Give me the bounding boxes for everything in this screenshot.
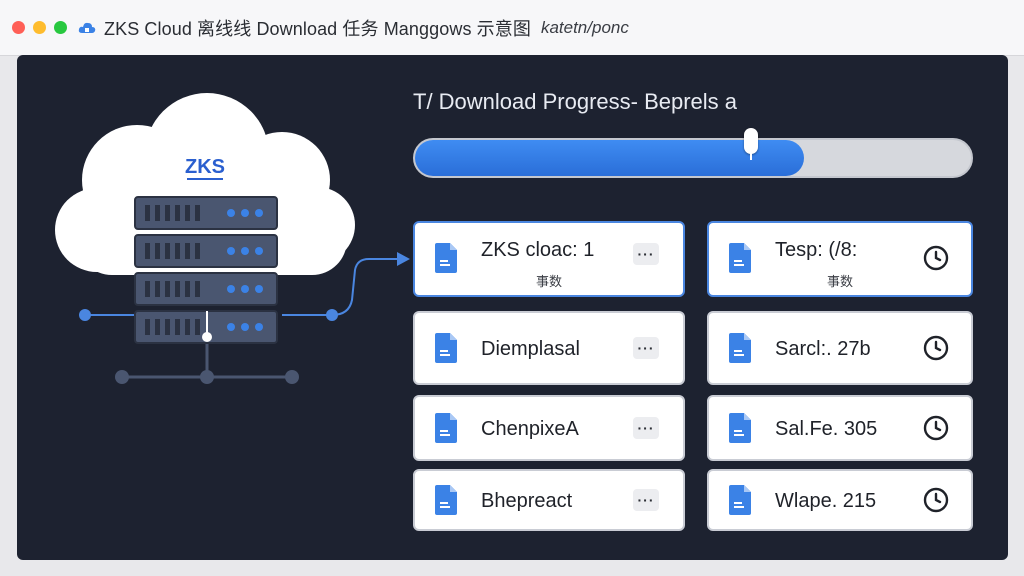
cloud-label: ZKS — [185, 156, 225, 178]
task-name: Sarcl:. 27b — [775, 338, 871, 360]
file-icon — [729, 243, 751, 273]
task-card[interactable]: ZKS cloac: 1 事数 ··· — [413, 221, 685, 297]
title-bar: ZKS Cloud 离线线 Download 任务 Manggows 示意图 k… — [0, 0, 1024, 56]
file-icon — [729, 485, 751, 515]
progress-handle[interactable] — [744, 128, 759, 160]
main-panel: ZKS T/ Download Progress- Beprels a ZKS … — [17, 55, 1008, 560]
download-progress-bar[interactable] — [413, 128, 973, 178]
window-path: katetn/ponc — [540, 17, 629, 37]
task-card[interactable]: Bhepreact ··· — [413, 469, 685, 531]
clock-icon — [923, 487, 949, 513]
task-name: ZKS cloac: 1 — [481, 239, 595, 261]
task-sub: 事数 — [826, 274, 853, 289]
app-window: ZKS Cloud 离线线 Download 任务 Manggows 示意图 k… — [0, 0, 1024, 576]
cloud-app-icon — [78, 22, 96, 33]
more-options-button[interactable]: ··· — [633, 417, 659, 439]
task-card[interactable]: Sarcl:. 27b — [707, 311, 973, 385]
window-title: ZKS Cloud 离线线 Download 任务 Manggows 示意图 — [104, 18, 531, 39]
more-options-button[interactable]: ··· — [633, 489, 659, 511]
task-sub: 事数 — [535, 274, 562, 289]
task-name: Wlape. 215 — [775, 490, 877, 512]
task-name: Diemplasal — [481, 338, 580, 360]
file-icon — [435, 485, 457, 515]
file-icon — [729, 413, 751, 443]
more-options-button[interactable]: ··· — [633, 243, 659, 265]
window-controls — [12, 21, 67, 34]
task-card[interactable]: Diemplasal ··· — [413, 311, 685, 385]
file-icon — [435, 333, 457, 363]
minimize-window-button[interactable] — [33, 21, 46, 34]
more-options-button[interactable]: ··· — [633, 337, 659, 359]
download-progress-label: T/ Download Progress- Beprels a — [413, 89, 738, 114]
task-card[interactable]: ChenpixeA ··· — [413, 395, 685, 461]
clock-icon — [923, 245, 949, 271]
close-window-button[interactable] — [12, 21, 25, 34]
task-name: Sal.Fe. 305 — [775, 418, 878, 440]
task-name: Bhepreact — [481, 490, 573, 512]
task-card[interactable]: Sal.Fe. 305 — [707, 395, 973, 461]
cloud-server-illustration: ZKS — [55, 93, 410, 384]
file-icon — [729, 333, 751, 363]
clock-icon — [923, 415, 949, 441]
task-name: ChenpixeA — [481, 418, 579, 440]
file-icon — [435, 243, 457, 273]
task-card[interactable]: Wlape. 215 — [707, 469, 973, 531]
maximize-window-button[interactable] — [54, 21, 67, 34]
task-card[interactable]: Tesp: (/8: 事数 — [707, 221, 973, 297]
task-name: Tesp: (/8: — [775, 239, 858, 261]
file-icon — [435, 413, 457, 443]
clock-icon — [923, 335, 949, 361]
